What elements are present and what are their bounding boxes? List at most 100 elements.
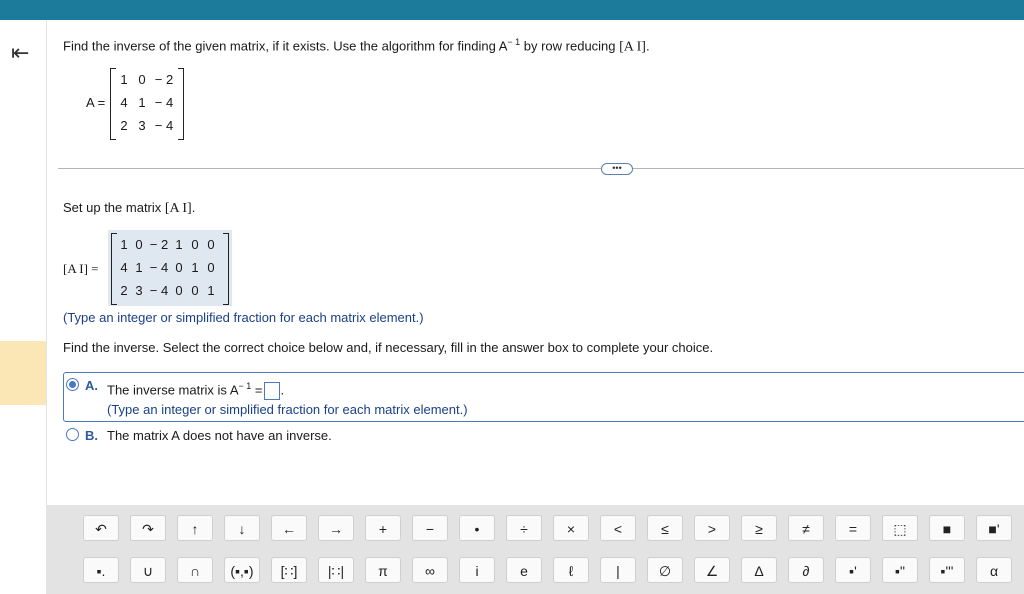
mixed-number-icon[interactable]: ■ [929,515,965,541]
rail-highlight [0,341,46,405]
matrix-cell: 0 [191,283,199,298]
infinity-button[interactable]: ∞ [412,557,448,583]
partial-button[interactable]: ∂ [788,557,824,583]
arrow-right-icon[interactable]: → [318,515,354,541]
matrix-cell: − 4 [154,118,174,133]
matrix-cell: 3 [138,118,146,133]
choice-a-text: The inverse matrix is A− 1 =. [107,381,284,400]
matrix-cell: 1 [120,237,128,252]
matrix-cell: 1 [138,95,146,110]
triple-prime-button[interactable]: ▪''' [929,557,965,583]
matrix-cell: 1 [191,260,199,275]
imaginary-i-button[interactable]: i [459,557,495,583]
exponent-icon[interactable]: ■' [976,515,1012,541]
arrow-down-icon[interactable]: ↓ [224,515,260,541]
delta-button[interactable]: Δ [741,557,777,583]
matrix-icon[interactable]: [∷] [271,557,307,583]
matrix-cell: 0 [207,260,215,275]
top-bar [0,0,1024,20]
prompt-text: Find the inverse of the given matrix, if… [63,38,508,54]
matrix-cell: 0 [175,260,183,275]
choice-a-letter: A. [85,378,98,393]
setup-heading: Set up the matrix [A I]. [63,200,195,217]
prompt-text-middle: by row reducing [520,38,620,54]
not-equal-button[interactable]: ≠ [788,515,824,541]
choice-a-superscript: − 1 [238,381,252,391]
matrix-cell: 0 [138,72,146,87]
choice-a-label: The inverse matrix is A [107,382,239,398]
matrix-a-right-bracket [178,68,184,140]
matrix-row: 2 3− 4001 [117,283,219,298]
determinant-icon[interactable]: |∷| [318,557,354,583]
left-rail [0,20,47,594]
ordered-pair-button[interactable]: (▪,▪) [224,557,260,583]
prompt-superscript: − 1 [507,37,521,47]
matrix-row: 1 0− 2100 [117,237,219,252]
choice-a-hint: (Type an integer or simplified fraction … [107,402,468,417]
matrix-cell: − 4 [149,283,169,298]
matrix-cell: 2 [120,118,128,133]
expand-ellipsis-button[interactable]: ••• [601,163,633,175]
choice-b-letter: B. [85,428,98,443]
equals-button[interactable]: = [835,515,871,541]
double-prime-button[interactable]: ▪" [882,557,918,583]
greater-than-button[interactable]: > [694,515,730,541]
matrix-cell: 3 [135,283,143,298]
intersection-button[interactable]: ∩ [177,557,213,583]
prime-button[interactable]: ▪' [835,557,871,583]
minus-button[interactable]: − [412,515,448,541]
ell-button[interactable]: ℓ [553,557,589,583]
matrix-cell: − 4 [154,95,174,110]
matrix-cell: − 2 [154,72,174,87]
matrix-row: 2 3 − 4 [116,118,176,133]
matrix-row: 1 0 − 2 [116,72,176,87]
augmented-label: [A I] = [63,261,99,276]
prompt-end: . [645,38,650,54]
times-button[interactable]: × [553,515,589,541]
matrix-cell: 2 [120,283,128,298]
augmented-right-bracket [223,233,229,305]
undo-icon[interactable]: ↶ [83,515,119,541]
matrix-cell: 1 [120,72,128,87]
less-than-button[interactable]: < [600,515,636,541]
choice-a-period: . [280,382,285,398]
subscript-icon[interactable]: ▪. [83,557,119,583]
greater-equal-button[interactable]: ≥ [741,515,777,541]
plus-button[interactable]: + [365,515,401,541]
choice-a-equals: = [251,382,263,398]
arrow-up-icon[interactable]: ↑ [177,515,213,541]
matrix-cell: 0 [191,237,199,252]
choice-b-text: The matrix A does not have an inverse. [107,428,332,443]
prompt-math: [A I] [619,39,646,55]
setup-heading-math: [A I] [164,201,192,216]
inverse-answer-input[interactable] [264,381,281,400]
choice-b-radio[interactable] [66,428,79,441]
matrix-cell: 1 [175,237,183,252]
matrix-cell: − 2 [149,237,169,252]
angle-button[interactable]: ∠ [694,557,730,583]
collapse-back-icon[interactable]: ⇤ [11,40,29,66]
arrow-left-icon[interactable]: ← [271,515,307,541]
setup-hint: (Type an integer or simplified fraction … [63,310,424,325]
choice-a-radio[interactable] [66,378,79,391]
redo-icon[interactable]: ↷ [130,515,166,541]
find-instruction: Find the inverse. Select the correct cho… [63,340,714,355]
less-equal-button[interactable]: ≤ [647,515,683,541]
pi-button[interactable]: π [365,557,401,583]
empty-set-button[interactable]: ∅ [647,557,683,583]
matrix-cell: 4 [120,260,128,275]
alpha-button[interactable]: α [976,557,1012,583]
union-button[interactable]: ∪ [130,557,166,583]
matrix-cell: 1 [135,260,143,275]
setup-heading-end: . [191,200,196,215]
dot-button[interactable]: • [459,515,495,541]
question-prompt: Find the inverse of the given matrix, if… [63,37,650,55]
divide-button[interactable]: ÷ [506,515,542,541]
matrix-cell: 1 [207,283,215,298]
e-button[interactable]: e [506,557,542,583]
matrix-cell: − 4 [149,260,169,275]
bar-button[interactable]: | [600,557,636,583]
fraction-icon[interactable]: ⬚ [882,515,918,541]
matrix-cell: 0 [175,283,183,298]
section-divider [58,168,1024,169]
